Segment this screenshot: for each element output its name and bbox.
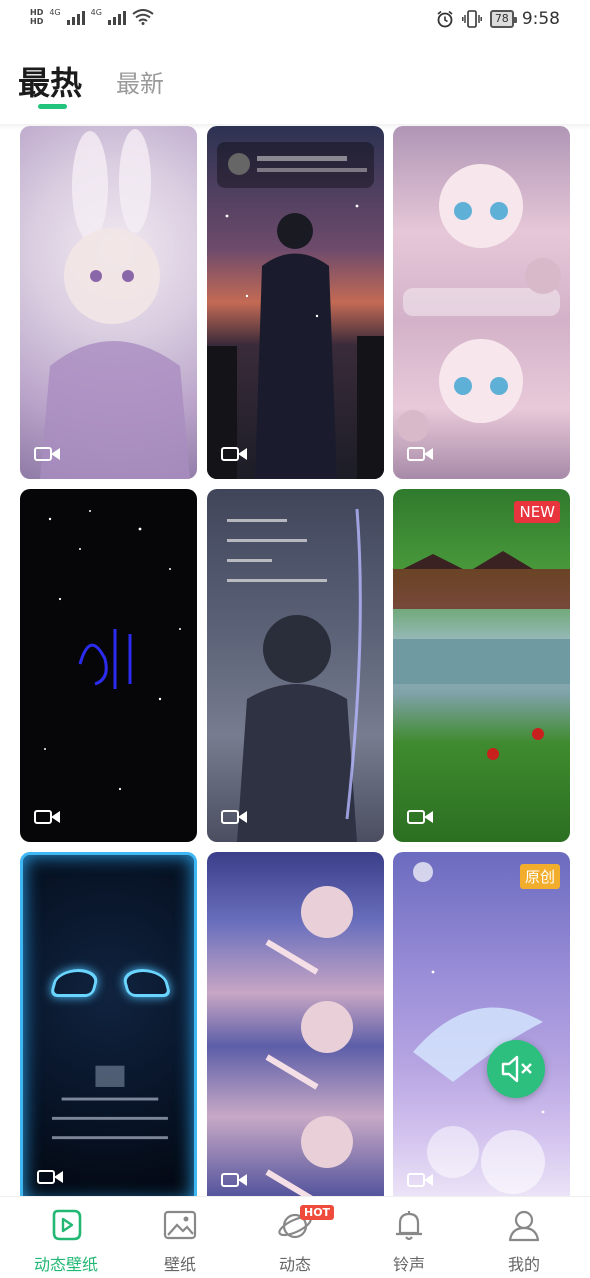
bottom-navigation: 动态壁纸 壁纸 HOT 动态 铃声 我的 bbox=[0, 1196, 590, 1278]
video-icon bbox=[34, 445, 60, 463]
video-icon bbox=[221, 1171, 247, 1189]
nav-label: 壁纸 bbox=[163, 1255, 196, 1274]
user-icon bbox=[508, 1210, 540, 1242]
video-icon bbox=[34, 808, 60, 826]
signal-1-icon bbox=[66, 9, 85, 25]
nav-label: 动态 bbox=[278, 1255, 311, 1274]
new-badge: NEW bbox=[514, 501, 560, 523]
wallpaper-card[interactable]: NEW bbox=[393, 489, 570, 842]
nav-wallpaper[interactable]: 壁纸 bbox=[121, 1197, 239, 1278]
nav-ringtone[interactable]: 铃声 bbox=[350, 1197, 468, 1278]
status-bar-right: 78 9:58 bbox=[436, 9, 560, 29]
wallpaper-artwork bbox=[393, 551, 570, 760]
video-icon bbox=[407, 445, 433, 463]
wallpaper-card[interactable] bbox=[393, 126, 570, 479]
nav-mine[interactable]: 我的 bbox=[465, 1197, 583, 1278]
hot-badge: HOT bbox=[300, 1205, 335, 1220]
nav-label: 动态壁纸 bbox=[33, 1255, 98, 1274]
bell-icon bbox=[396, 1211, 422, 1241]
tab-hottest[interactable]: 最热 bbox=[18, 58, 82, 104]
wallpaper-card[interactable] bbox=[207, 126, 384, 479]
image-icon bbox=[163, 1210, 197, 1240]
wallpaper-artwork bbox=[207, 142, 384, 479]
wallpaper-card[interactable]: 原创 bbox=[393, 852, 570, 1196]
wallpaper-card[interactable] bbox=[20, 126, 197, 479]
wifi-icon bbox=[132, 9, 154, 25]
status-bar: HD HD 4G 4G 78 9:58 bbox=[0, 0, 590, 40]
play-square-icon bbox=[52, 1209, 82, 1241]
wallpaper-grid: NEW 原创 bbox=[20, 126, 572, 1196]
status-time: 9:58 bbox=[521, 9, 560, 29]
tab-newest[interactable]: 最新 bbox=[116, 64, 164, 99]
wallpaper-artwork bbox=[265, 886, 353, 1196]
tab-active-indicator bbox=[38, 104, 67, 109]
hd-label-2: HD bbox=[30, 17, 44, 26]
wallpaper-artwork bbox=[227, 508, 362, 842]
nav-live-wallpaper[interactable]: 动态壁纸 bbox=[7, 1197, 125, 1278]
original-badge: 原创 bbox=[519, 864, 560, 889]
video-icon bbox=[221, 445, 247, 463]
vibrate-icon bbox=[461, 10, 482, 28]
video-icon bbox=[407, 808, 433, 826]
status-bar-left: HD HD 4G 4G bbox=[30, 8, 154, 26]
wallpaper-artwork bbox=[397, 164, 561, 442]
alarm-icon bbox=[437, 10, 453, 28]
wallpaper-card[interactable] bbox=[207, 489, 384, 842]
wallpaper-artwork bbox=[51, 1065, 168, 1140]
mute-icon bbox=[501, 1055, 532, 1083]
wallpaper-card[interactable] bbox=[207, 852, 384, 1196]
video-icon bbox=[407, 1171, 433, 1189]
signal-2-icon bbox=[107, 9, 126, 25]
signal-2-label: 4G bbox=[90, 8, 102, 17]
video-icon bbox=[221, 808, 247, 826]
battery-indicator: 78 bbox=[489, 10, 517, 28]
hd-label-1: HD bbox=[30, 8, 44, 17]
wallpaper-artwork bbox=[44, 510, 181, 791]
wallpaper-artwork bbox=[413, 862, 545, 1194]
wallpaper-card[interactable] bbox=[20, 489, 197, 842]
signal-1-label: 4G bbox=[49, 8, 61, 17]
wallpaper-card[interactable] bbox=[20, 852, 197, 1196]
nav-label: 我的 bbox=[507, 1255, 540, 1274]
hd-indicator: HD HD bbox=[30, 8, 43, 26]
wallpaper-artwork bbox=[40, 129, 190, 479]
nav-dynamic[interactable]: HOT 动态 bbox=[236, 1197, 354, 1278]
tab-bar: 最热 最新 bbox=[0, 50, 590, 125]
nav-label: 铃声 bbox=[392, 1255, 425, 1274]
mute-button[interactable] bbox=[487, 1040, 545, 1098]
video-icon bbox=[37, 1168, 63, 1186]
